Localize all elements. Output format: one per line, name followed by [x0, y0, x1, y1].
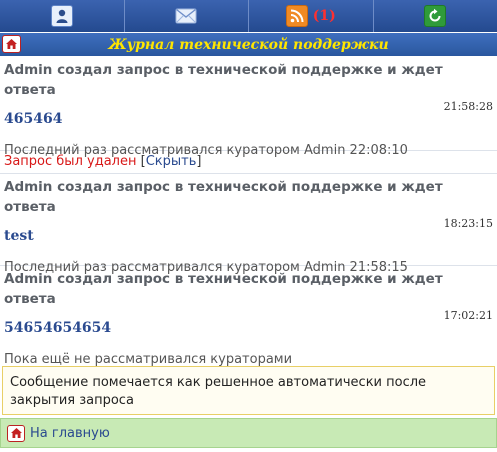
page-header: Журнал технической поддержки	[0, 33, 497, 56]
auto-resolve-notice: Сообщение помечается как решенное автома…	[2, 366, 495, 415]
nav-refresh-button[interactable]	[373, 0, 497, 32]
user-icon	[50, 5, 73, 27]
home-button-label: На главную	[30, 425, 110, 441]
page-title: Журнал технической поддержки	[108, 36, 389, 53]
entry-heading: Admin создал запрос в технической поддер…	[4, 179, 443, 215]
top-nav: (1)	[0, 0, 497, 32]
entry-subject-link[interactable]: 465464	[4, 110, 493, 128]
entry-heading: Admin создал запрос в технической поддер…	[4, 271, 443, 307]
entry-subject-link[interactable]: test	[4, 227, 493, 245]
entry-status: Последний раз рассматривался куратором A…	[4, 143, 408, 158]
home-icon	[7, 424, 25, 442]
list-item[interactable]: Admin создал запрос в технической поддер…	[0, 57, 497, 158]
nav-rss-button[interactable]: (1)	[249, 0, 374, 32]
list-item[interactable]: Admin создал запрос в технической поддер…	[0, 174, 497, 275]
nav-profile-button[interactable]	[0, 0, 125, 32]
home-icon[interactable]	[2, 35, 21, 53]
entry-heading: Admin создал запрос в технической поддер…	[4, 62, 443, 98]
support-log-list: Admin создал запрос в технической поддер…	[0, 57, 497, 367]
list-item[interactable]: Admin создал запрос в технической поддер…	[0, 266, 497, 367]
mail-icon	[175, 5, 197, 27]
rss-count-badge: (1)	[312, 8, 336, 24]
nav-mail-button[interactable]	[124, 0, 249, 32]
entry-subject-link[interactable]: 54654654654	[4, 319, 493, 337]
home-button[interactable]: На главную	[0, 418, 497, 448]
rss-icon	[285, 5, 308, 27]
refresh-icon	[424, 5, 447, 27]
